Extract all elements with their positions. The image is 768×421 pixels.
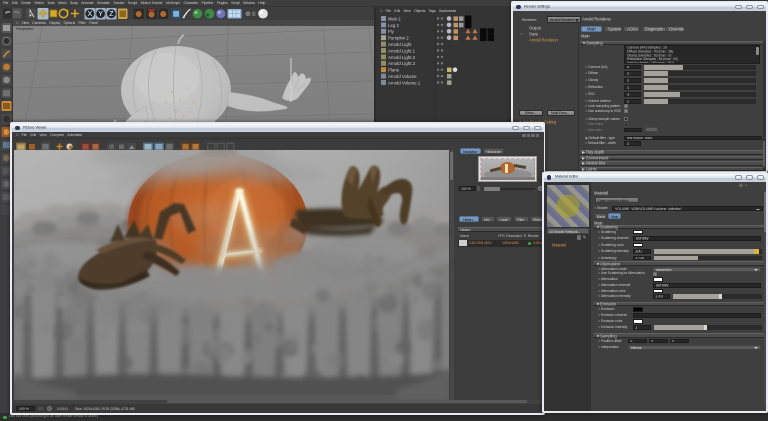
svg-text:Arnold Light.3: Arnold Light.3 — [388, 61, 416, 66]
svg-text:Fly: Fly — [388, 29, 395, 34]
svg-text:Arnold Light.2: Arnold Light.2 — [388, 55, 416, 60]
svg-text:X: X — [87, 11, 92, 18]
svg-text:Y: Y — [98, 11, 103, 18]
svg-text:Arnold Light.1: Arnold Light.1 — [388, 48, 416, 53]
svg-text:Pumpkin 2: Pumpkin 2 — [388, 36, 409, 41]
svg-text:Arnold Volume: Arnold Volume — [388, 74, 417, 79]
svg-text:Arnold Light: Arnold Light — [388, 42, 412, 47]
svg-text:Web 2: Web 2 — [388, 16, 401, 21]
svg-text:Leg 2: Leg 2 — [388, 23, 400, 28]
svg-text:Arnold Volume.1: Arnold Volume.1 — [388, 80, 421, 85]
svg-text:Plane: Plane — [388, 68, 400, 73]
svg-text:Z: Z — [109, 11, 114, 18]
